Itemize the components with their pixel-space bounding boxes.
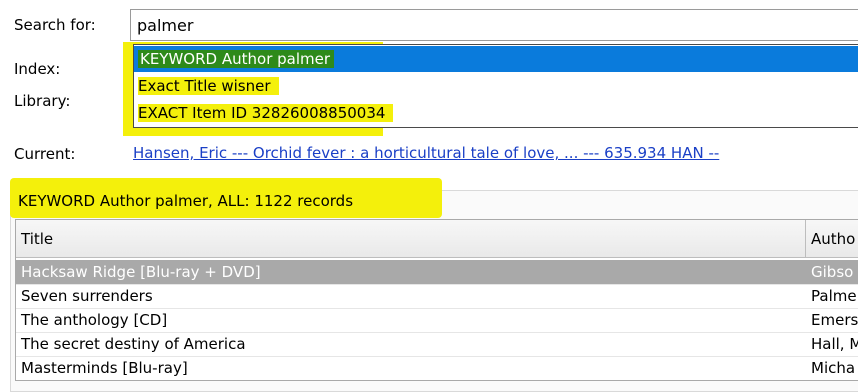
search-suggestions-dropdown[interactable]: KEYWORD Author palmer Exact Title wisner… bbox=[133, 44, 858, 128]
table-row[interactable]: Masterminds [Blu-ray] Micha bbox=[16, 356, 858, 380]
suggestion-item-keyword-author[interactable]: KEYWORD Author palmer bbox=[134, 46, 858, 72]
suggestion-item-exact-item-id[interactable]: EXACT Item ID 32826008850034 bbox=[134, 100, 858, 126]
results-table[interactable]: Title Autho Hacksaw Ridge [Blu-ray + DVD… bbox=[15, 219, 858, 381]
library-label: Library: bbox=[14, 92, 71, 110]
table-row[interactable]: Hacksaw Ridge [Blu-ray + DVD] Gibso bbox=[16, 260, 858, 285]
search-for-label: Search for: bbox=[14, 16, 96, 34]
current-record-link[interactable]: Hansen, Eric --- Orchid fever : a hortic… bbox=[133, 144, 719, 162]
cell-author: Emers bbox=[811, 311, 858, 329]
cell-title: The secret destiny of America bbox=[21, 335, 246, 353]
cell-author: Palme bbox=[811, 287, 857, 305]
cell-title: Masterminds [Blu-ray] bbox=[21, 359, 188, 377]
ils-search-screen: { "search": { "label": "Search for:", "v… bbox=[0, 0, 858, 392]
suggestion-label: EXACT Item ID 32826008850034 bbox=[138, 104, 394, 122]
cell-title: The anthology [CD] bbox=[21, 311, 168, 329]
results-summary: KEYWORD Author palmer, ALL: 1122 records bbox=[18, 192, 354, 210]
column-header-title[interactable]: Title bbox=[16, 220, 806, 258]
search-input[interactable] bbox=[130, 9, 858, 41]
current-label: Current: bbox=[14, 145, 76, 163]
cell-author: Gibso bbox=[811, 263, 854, 281]
table-row[interactable]: The anthology [CD] Emers bbox=[16, 308, 858, 333]
index-label: Index: bbox=[14, 60, 61, 78]
cell-title: Seven surrenders bbox=[21, 287, 153, 305]
cell-author: Micha bbox=[811, 359, 856, 377]
table-row[interactable]: The secret destiny of America Hall, M bbox=[16, 332, 858, 357]
suggestion-item-exact-title[interactable]: Exact Title wisner bbox=[134, 73, 858, 99]
cell-title: Hacksaw Ridge [Blu-ray + DVD] bbox=[21, 263, 261, 281]
table-row[interactable]: Seven surrenders Palme bbox=[16, 284, 858, 309]
column-header-author[interactable]: Autho bbox=[806, 220, 858, 258]
cell-author: Hall, M bbox=[811, 335, 858, 353]
suggestion-label: KEYWORD Author palmer bbox=[138, 50, 335, 68]
suggestion-label: Exact Title wisner bbox=[138, 77, 279, 95]
